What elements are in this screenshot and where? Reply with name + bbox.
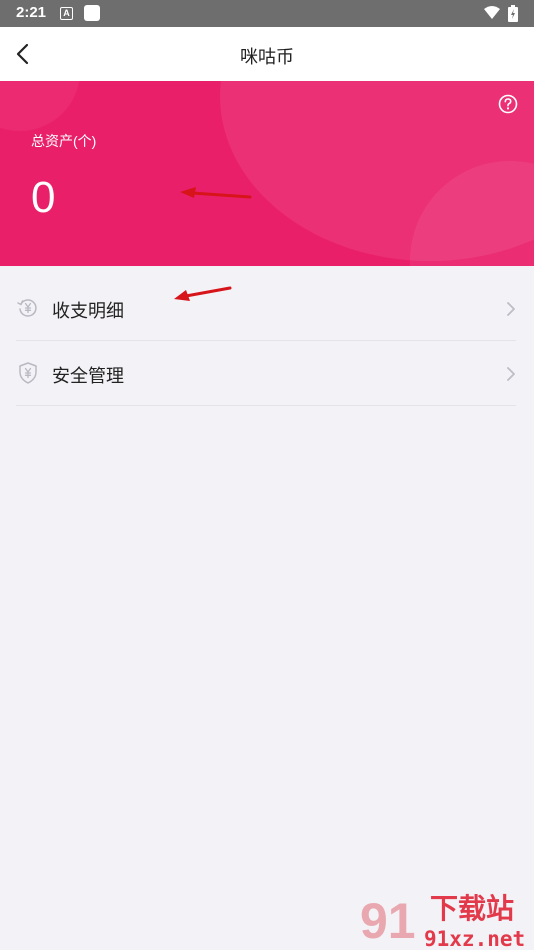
battery-icon <box>508 5 518 22</box>
yuan-history-icon <box>17 299 37 317</box>
menu-item-security[interactable]: 安全管理 <box>16 341 516 406</box>
asset-banner: 总资产(个) 0 <box>0 81 534 266</box>
watermark-digits: 91 <box>360 893 416 949</box>
watermark-sub-text: 91xz.net <box>424 927 525 950</box>
menu-item-income-expense[interactable]: 收支明细 <box>16 276 516 341</box>
help-question-icon[interactable] <box>498 94 518 114</box>
title-bar: 咪咕币 <box>0 27 534 81</box>
notification-a-icon: A <box>60 7 73 20</box>
page-title: 咪咕币 <box>240 47 294 67</box>
banner-decoration <box>0 81 80 131</box>
annotation-arrow-icon <box>180 187 252 199</box>
menu-item-label: 收支明细 <box>52 301 124 321</box>
watermark-main-text: 下载站 <box>430 892 514 925</box>
status-bar: 2:21 A <box>0 0 534 27</box>
total-assets-value: 0 <box>31 173 56 222</box>
watermark-logo: 91 下载站 91xz.net <box>360 892 525 950</box>
status-time: 2:21 <box>16 4 47 21</box>
wifi-icon <box>484 6 500 19</box>
menu-item-label: 安全管理 <box>52 366 124 386</box>
yuan-shield-icon <box>19 362 37 384</box>
menu-list: 收支明细 安全管理 <box>0 276 534 406</box>
notification-square-icon <box>84 5 100 21</box>
chevron-right-icon <box>507 367 515 381</box>
chevron-right-icon <box>507 302 515 316</box>
total-assets-label: 总资产(个) <box>31 133 97 149</box>
